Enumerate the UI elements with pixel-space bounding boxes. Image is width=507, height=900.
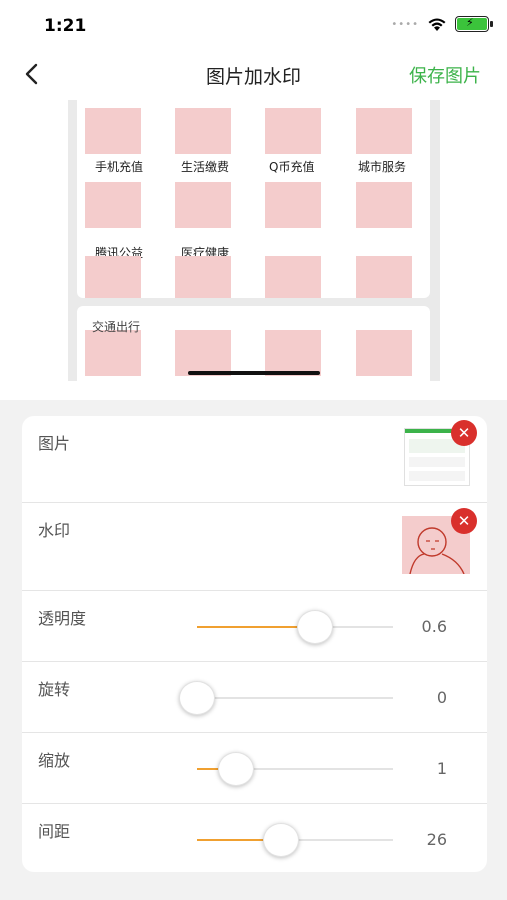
watermark-tile <box>175 182 231 228</box>
spacing-row: 间距 26 <box>22 804 487 872</box>
watermark-tile <box>85 182 141 228</box>
rotation-row: 旋转 0 <box>22 662 487 733</box>
save-image-button[interactable]: 保存图片 <box>409 62 481 88</box>
preview-section-title: 交通出行 <box>92 320 141 334</box>
spacing-value: 26 <box>426 830 447 849</box>
rotation-label: 旋转 <box>38 680 71 699</box>
scale-row: 缩放 1 <box>22 733 487 804</box>
spacing-slider[interactable] <box>197 823 393 857</box>
opacity-row: 透明度 0.6 <box>22 591 487 662</box>
scale-slider-thumb[interactable] <box>218 752 255 786</box>
rotation-slider[interactable] <box>179 681 393 715</box>
watermark-tile <box>265 182 321 228</box>
wifi-icon <box>428 18 446 31</box>
settings-panel: 图片 ✕ 水印 ✕ 透明度 0.6 旋转 0 缩放 1 间距 26 <box>22 416 487 872</box>
watermark-tile <box>85 330 141 376</box>
signal-dots-icon: •••• <box>391 18 419 30</box>
rotation-slider-thumb[interactable] <box>179 681 215 715</box>
remove-image-button[interactable]: ✕ <box>451 420 477 446</box>
opacity-slider-thumb[interactable] <box>296 610 333 644</box>
image-row: 图片 ✕ <box>22 416 487 503</box>
scale-slider[interactable] <box>197 752 393 786</box>
status-time: 1:21 <box>44 16 87 36</box>
grid-label: 手机充值 <box>95 160 144 174</box>
status-icons: •••• ⚡ <box>391 16 493 32</box>
watermark-tile <box>85 256 141 298</box>
home-indicator <box>188 371 320 375</box>
watermark-label: 水印 <box>38 521 71 540</box>
remove-watermark-button[interactable]: ✕ <box>451 508 477 534</box>
spacing-slider-thumb[interactable] <box>263 823 300 857</box>
scale-label: 缩放 <box>38 751 71 770</box>
preview-area: 手机充值 生活缴费 Q币充值 城市服务 腾讯公益 医疗健康 交通出行 <box>0 100 507 400</box>
watermark-tile <box>175 256 231 298</box>
watermark-row: 水印 ✕ <box>22 503 487 591</box>
nav-bar: 图片加水印 保存图片 <box>0 48 507 100</box>
scale-value: 1 <box>436 759 447 778</box>
opacity-label: 透明度 <box>38 609 87 628</box>
opacity-value: 0.6 <box>421 617 447 636</box>
image-label: 图片 <box>38 434 71 453</box>
watermark-tile <box>85 108 141 154</box>
watermark-tile <box>356 330 412 376</box>
rotation-value: 0 <box>436 688 447 707</box>
battery-icon: ⚡ <box>455 16 493 32</box>
preview-services-card: 手机充值 生活缴费 Q币充值 城市服务 腾讯公益 医疗健康 <box>77 100 430 298</box>
opacity-slider[interactable] <box>197 610 393 644</box>
watermark-tile <box>265 108 321 154</box>
spacing-label: 间距 <box>38 822 71 841</box>
grid-label: 生活缴费 <box>181 160 230 174</box>
watermark-tile <box>356 182 412 228</box>
watermark-tile <box>265 330 321 376</box>
watermark-tile <box>356 256 412 298</box>
grid-label: 城市服务 <box>358 160 407 174</box>
watermark-tile <box>175 330 231 376</box>
watermark-tile <box>356 108 412 154</box>
status-bar: 1:21 •••• ⚡ <box>0 0 507 48</box>
watermark-tile <box>265 256 321 298</box>
watermark-tile <box>175 108 231 154</box>
grid-label: Q币充值 <box>269 160 315 174</box>
watermarked-preview-image: 手机充值 生活缴费 Q币充值 城市服务 腾讯公益 医疗健康 交通出行 <box>68 100 440 381</box>
